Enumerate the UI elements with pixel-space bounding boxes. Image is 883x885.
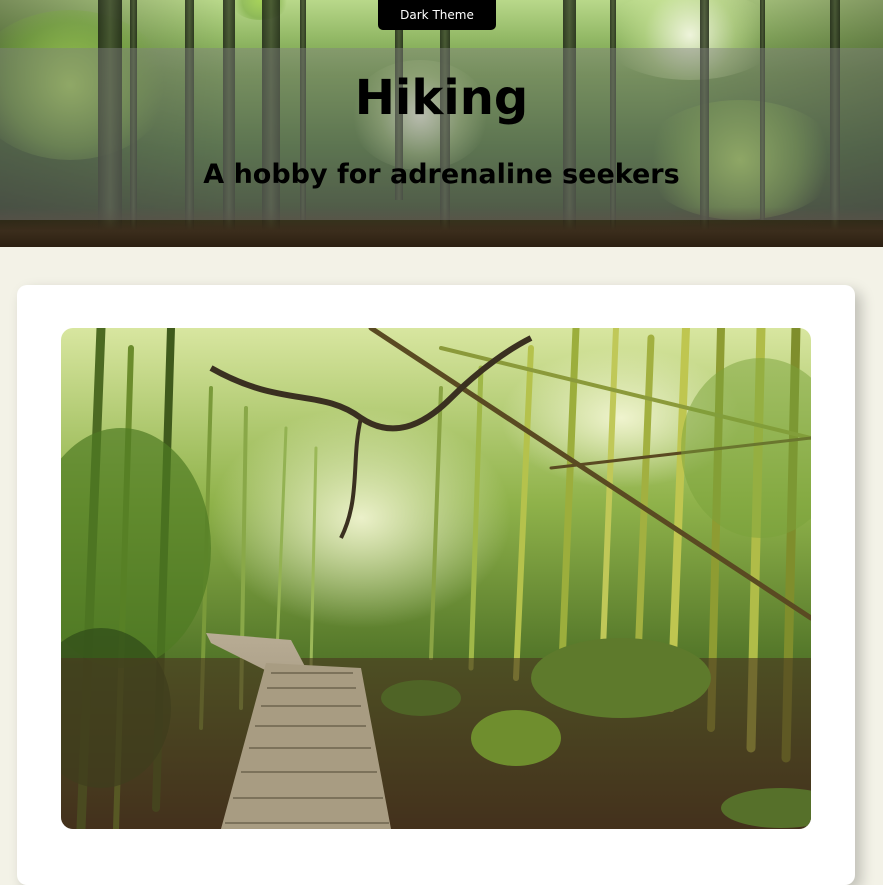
content-card [17, 285, 855, 885]
bamboo-forest-photo [61, 328, 811, 829]
theme-toggle-button[interactable]: Dark Theme [378, 0, 496, 30]
page-subtitle: A hobby for adrenaline seekers [203, 159, 680, 190]
page-title: Hiking [354, 70, 529, 126]
